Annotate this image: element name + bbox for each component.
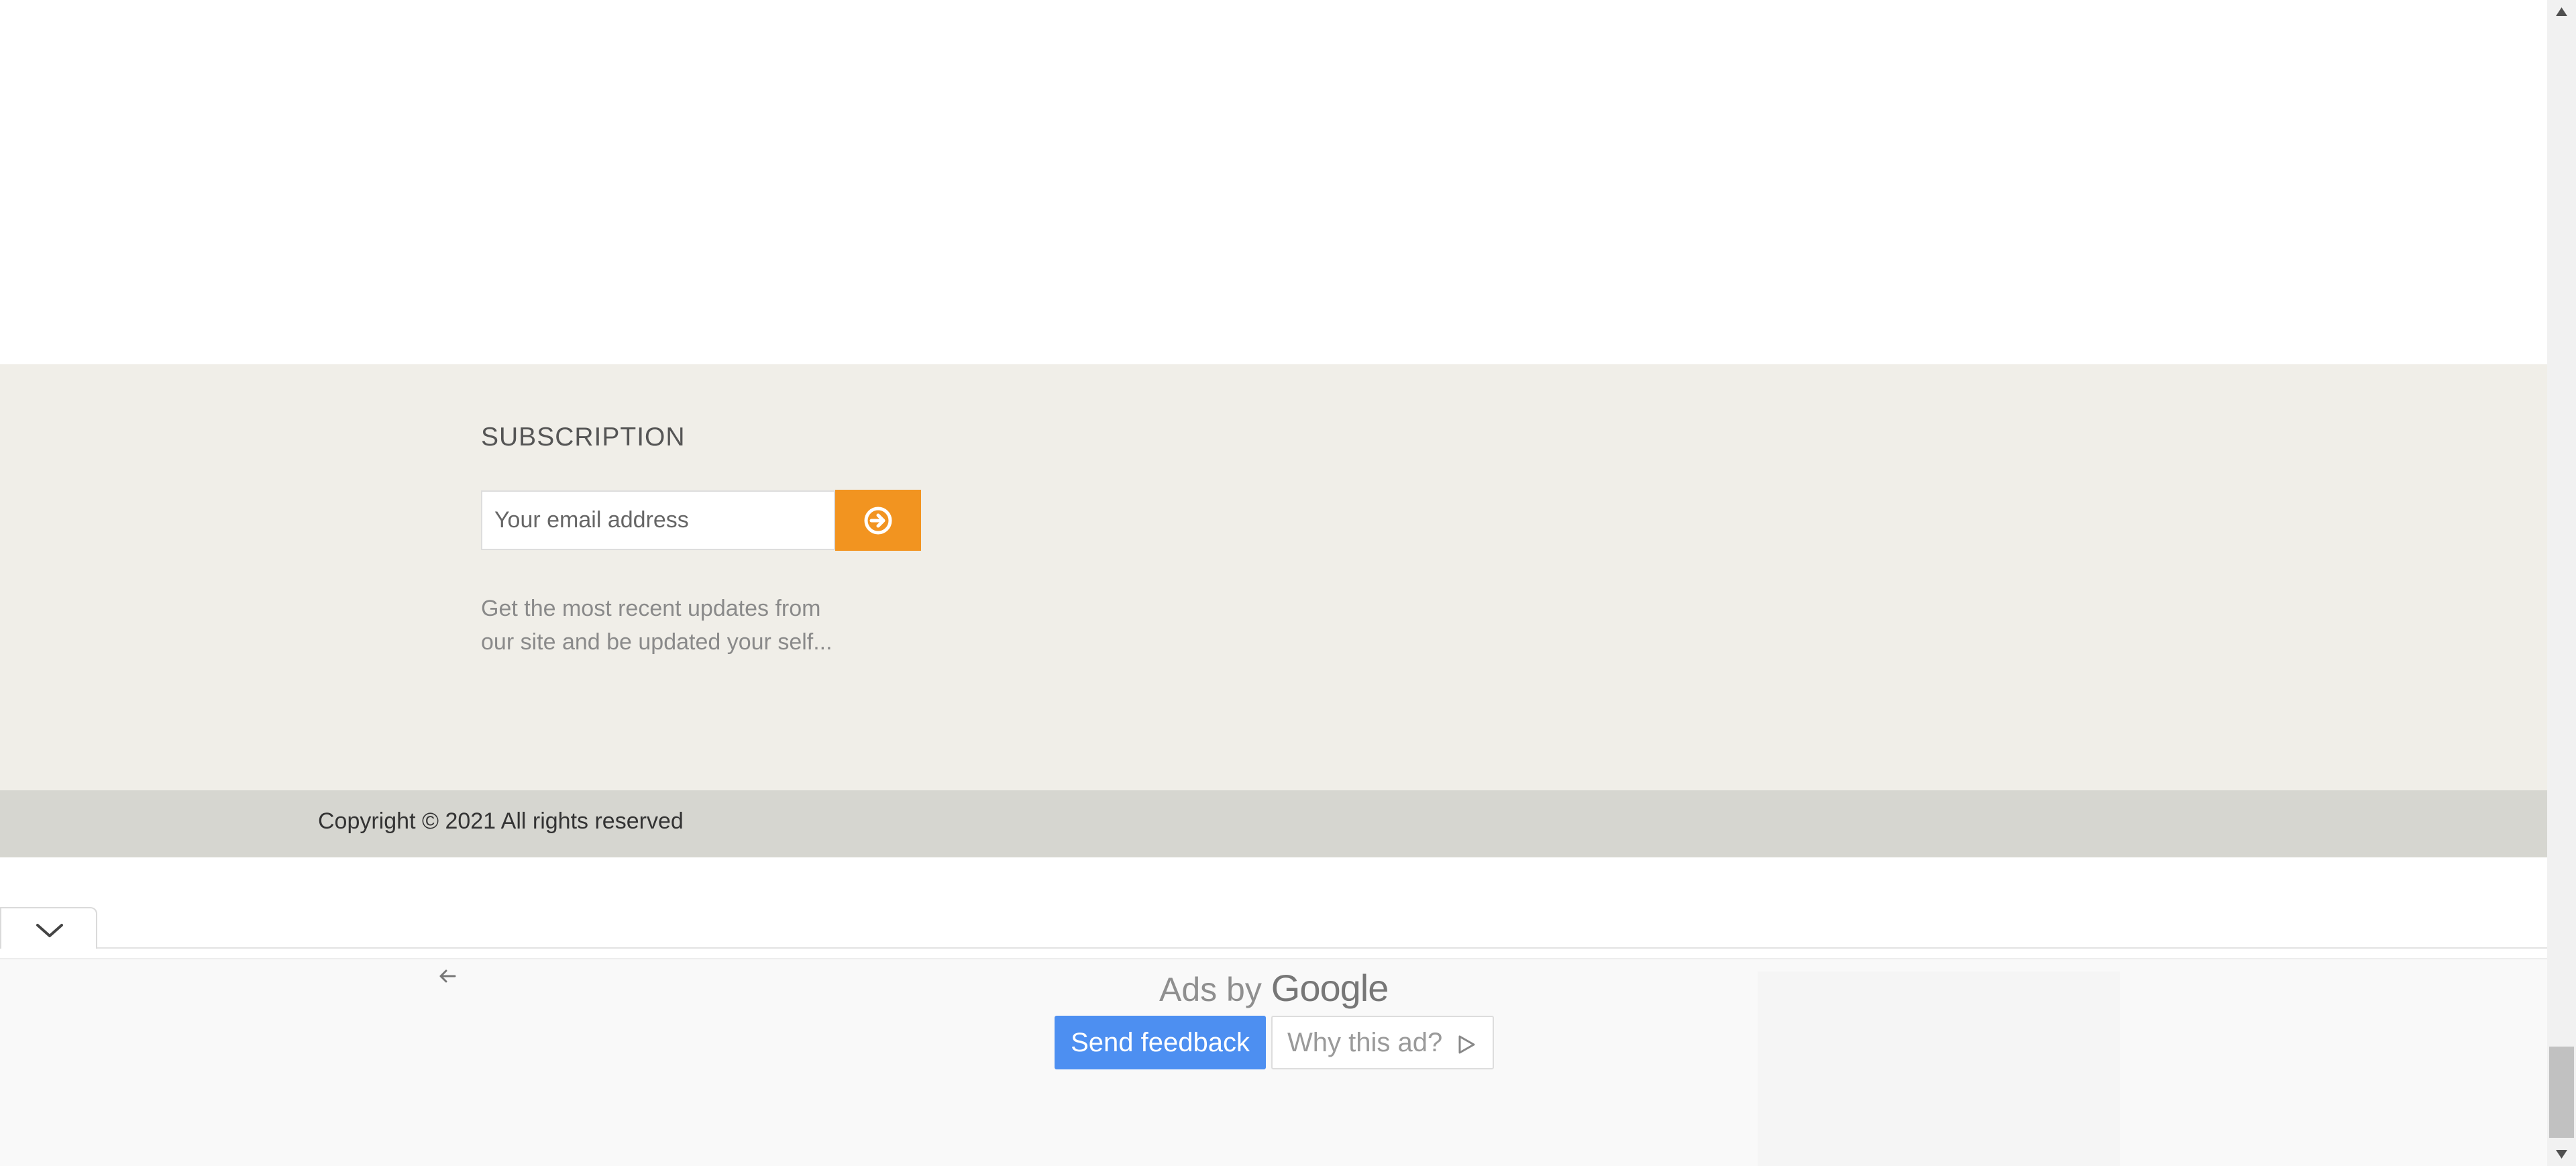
ad-background-image <box>1758 971 2120 1166</box>
scroll-up-arrow-icon[interactable] <box>2547 0 2576 24</box>
why-this-ad-label: Why this ad? <box>1287 1027 1443 1057</box>
scrollbar-thumb[interactable] <box>2549 1047 2574 1138</box>
ad-separator <box>97 947 2547 949</box>
description-line: Get the most recent updates from <box>481 596 821 621</box>
subscribe-button[interactable] <box>835 490 921 551</box>
subscription-section <box>0 364 2547 790</box>
arrow-circle-right-icon <box>864 507 892 534</box>
vertical-scrollbar[interactable] <box>2547 0 2576 1166</box>
ads-by-google-label: Ads by Google <box>1159 966 1389 1010</box>
subscription-description: Get the most recent updates from our sit… <box>481 592 897 659</box>
scroll-down-arrow-icon[interactable] <box>2547 1142 2576 1166</box>
subscription-title: SUBSCRIPTION <box>481 423 686 452</box>
why-this-ad-button[interactable]: Why this ad? <box>1271 1016 1494 1069</box>
email-field[interactable] <box>481 490 835 550</box>
arrow-left-icon[interactable] <box>436 965 459 988</box>
ads-by-text: Ads by <box>1159 971 1262 1008</box>
page: SUBSCRIPTION Get the most recent updates… <box>0 0 2547 1166</box>
send-feedback-button[interactable]: Send feedback <box>1055 1016 1266 1069</box>
play-triangle-icon <box>1458 1035 1475 1054</box>
ad-collapse-tab[interactable] <box>0 907 97 949</box>
google-logo: Google <box>1271 967 1389 1009</box>
copyright-text: Copyright © 2021 All rights reserved <box>318 808 684 834</box>
description-line: our site and be updated your self... <box>481 629 833 655</box>
chevron-down-icon <box>36 924 63 937</box>
